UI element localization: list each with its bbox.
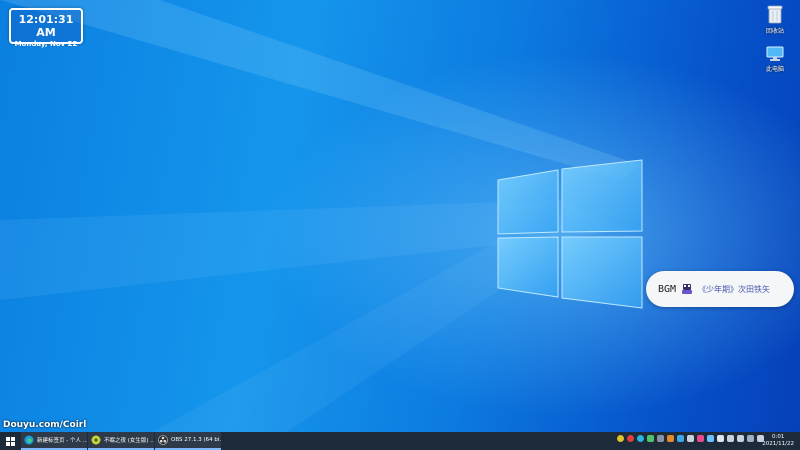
music-player-icon (91, 435, 101, 445)
taskbar-clock-date: 2021/11/22 (762, 441, 794, 447)
network-icon[interactable] (727, 435, 734, 442)
stream-watermark: Douyu.com/Coirl (3, 420, 87, 430)
tray-app-icon[interactable] (677, 435, 684, 442)
volume-icon[interactable] (737, 435, 744, 442)
clock-widget-time: 12:01:31 AM (18, 13, 74, 39)
tray-app-icon[interactable] (647, 435, 654, 442)
taskbar-item-music-player[interactable]: 不眠之夜 (女生版) ... (88, 432, 154, 450)
tray-app-icon[interactable] (707, 435, 714, 442)
taskbar-item-label: 不眠之夜 (女生版) ... (104, 438, 154, 444)
input-method-icon[interactable] (747, 435, 754, 442)
desktop-icon-this-pc[interactable]: 此电脑 (757, 46, 793, 73)
windows-start-icon (5, 436, 15, 446)
bgm-character-icon (682, 284, 693, 294)
desktop-icon-label: 回收站 (765, 28, 784, 35)
taskbar-item-label: OBS 27.1.3 (64 bi... (171, 437, 221, 443)
tray-app-icon[interactable] (657, 435, 664, 442)
desktop[interactable]: 12:01:31 AM Monday, Nov 22 回收站 此电脑 BGM 《… (0, 0, 800, 450)
start-button[interactable] (0, 432, 20, 450)
wallpaper-light-rays (0, 0, 640, 450)
windows-logo (497, 159, 643, 309)
desktop-icon-label: 此电脑 (765, 66, 784, 73)
taskbar-item-obs[interactable]: OBS 27.1.3 (64 bi... (155, 432, 221, 450)
bgm-label: BGM (658, 283, 677, 295)
taskbar-item-label: 新建标签页 - 个人 ... (37, 438, 87, 444)
tray-app-icon[interactable] (687, 435, 694, 442)
tray-app-icon[interactable] (627, 435, 634, 442)
clock-widget[interactable]: 12:01:31 AM Monday, Nov 22 (9, 8, 83, 48)
bgm-now-playing-popup[interactable]: BGM 《少年期》次田铁矢 (646, 271, 794, 307)
taskbar-clock-time: 0:01 (771, 434, 785, 440)
taskbar[interactable]: 新建标签页 - 个人 ... 不眠之夜 (女生版) ... OBS 27.1.3… (0, 432, 800, 450)
bgm-song-title: 《少年期》次田铁矢 (698, 284, 771, 294)
tray-app-icon[interactable] (667, 435, 674, 442)
tray-app-icon[interactable] (697, 435, 704, 442)
tray-app-icon[interactable] (637, 435, 644, 442)
tray-app-icon[interactable] (717, 435, 724, 442)
system-tray[interactable] (614, 435, 764, 442)
desktop-icon-recycle-bin[interactable]: 回收站 (757, 4, 793, 35)
recycle-bin-icon (767, 5, 783, 24)
tray-app-icon[interactable] (617, 435, 624, 442)
taskbar-item-edge[interactable]: 新建标签页 - 个人 ... (21, 432, 87, 450)
obs-icon (158, 435, 168, 445)
clock-widget-date: Monday, Nov 22 (14, 40, 78, 48)
taskbar-clock[interactable]: 0:01 2021/11/22 (762, 434, 794, 448)
this-pc-icon (766, 46, 784, 61)
edge-browser-icon (24, 435, 34, 445)
